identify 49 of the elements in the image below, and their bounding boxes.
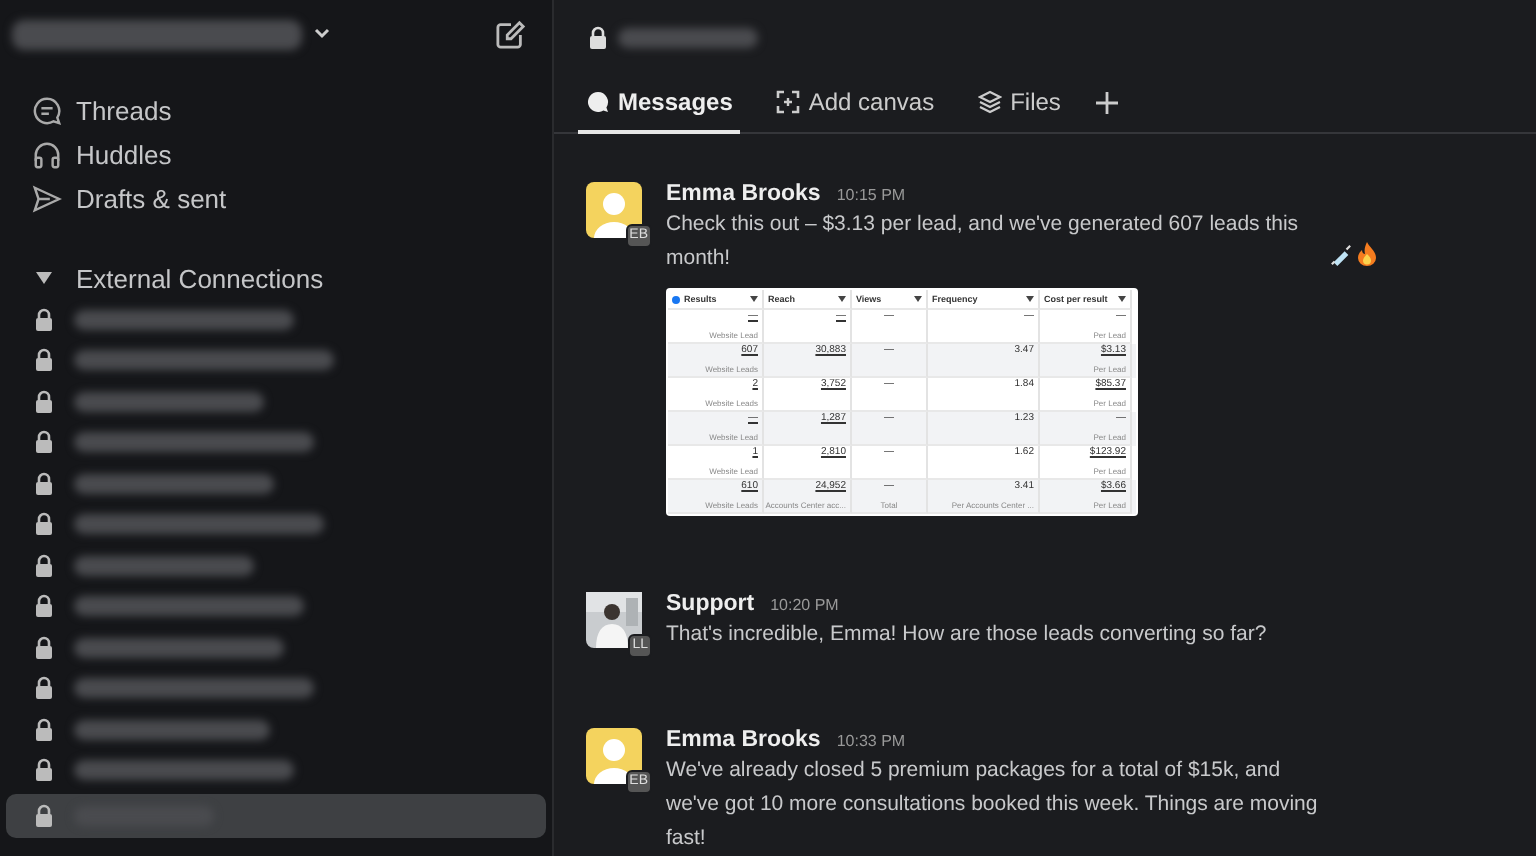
fire-icon <box>1356 242 1378 266</box>
syringe-icon <box>1330 244 1352 266</box>
author-name[interactable]: Emma Brooks <box>666 182 821 206</box>
channel-item[interactable] <box>6 794 546 838</box>
message-text: Check this out – $3.13 per lead, and we've generated 607 leads this month! <box>666 210 1301 274</box>
lock-icon <box>34 717 54 742</box>
timestamp[interactable]: 10:33 PM <box>836 732 906 750</box>
lock-icon <box>34 512 54 537</box>
lock-icon <box>34 553 54 578</box>
nav-item[interactable]: Huddles <box>32 136 172 174</box>
plus-icon[interactable] <box>1096 92 1119 115</box>
speech-bubble-icon <box>586 89 610 114</box>
tab[interactable]: Files <box>970 72 1069 134</box>
message-text: That's incredible, Emma! How are those leads converting so far? <box>666 620 1267 650</box>
lock-icon <box>34 430 54 455</box>
lock-icon <box>34 635 54 660</box>
canvas-icon <box>776 89 801 114</box>
dropdown-caret-icon <box>750 296 758 302</box>
lock-icon <box>34 389 54 414</box>
lock-icon <box>34 676 54 701</box>
dropdown-caret-icon <box>1118 296 1126 302</box>
chevron-icon[interactable] <box>314 28 330 40</box>
lock-icon <box>34 307 54 332</box>
nav-item[interactable]: Drafts & sent <box>32 180 227 218</box>
section-header[interactable]: External Connections <box>36 262 324 294</box>
lock-icon <box>34 804 54 828</box>
blurred-channel-name <box>618 27 758 48</box>
nav-item[interactable]: Threads <box>32 92 172 130</box>
message-text: We've already closed 5 premium packages for a total of $15k, and we've got 10 more consultations booked this week. Things are moving fast! <box>666 756 1320 854</box>
author-name[interactable]: Emma Brooks <box>666 728 821 752</box>
lock-icon <box>34 348 54 373</box>
speech-bubble-icon <box>32 96 62 126</box>
compose-icon[interactable] <box>496 19 526 49</box>
dropdown-caret-icon <box>1026 296 1034 302</box>
caret-icon <box>36 272 52 284</box>
tab[interactable]: Add canvas <box>768 72 943 134</box>
layers-icon <box>978 89 1003 114</box>
lock-icon <box>34 471 54 496</box>
lock-icon <box>588 25 608 50</box>
headphones-icon <box>32 140 62 170</box>
lock-icon <box>34 758 54 783</box>
author-name[interactable]: Support <box>666 592 755 616</box>
tab[interactable]: Messages <box>578 72 741 134</box>
send-icon <box>32 184 62 214</box>
timestamp[interactable]: 10:20 PM <box>770 596 839 614</box>
lock-icon <box>34 594 54 619</box>
dropdown-caret-icon <box>838 296 846 302</box>
timestamp[interactable]: 10:15 PM <box>836 186 906 204</box>
dropdown-caret-icon <box>914 296 922 302</box>
